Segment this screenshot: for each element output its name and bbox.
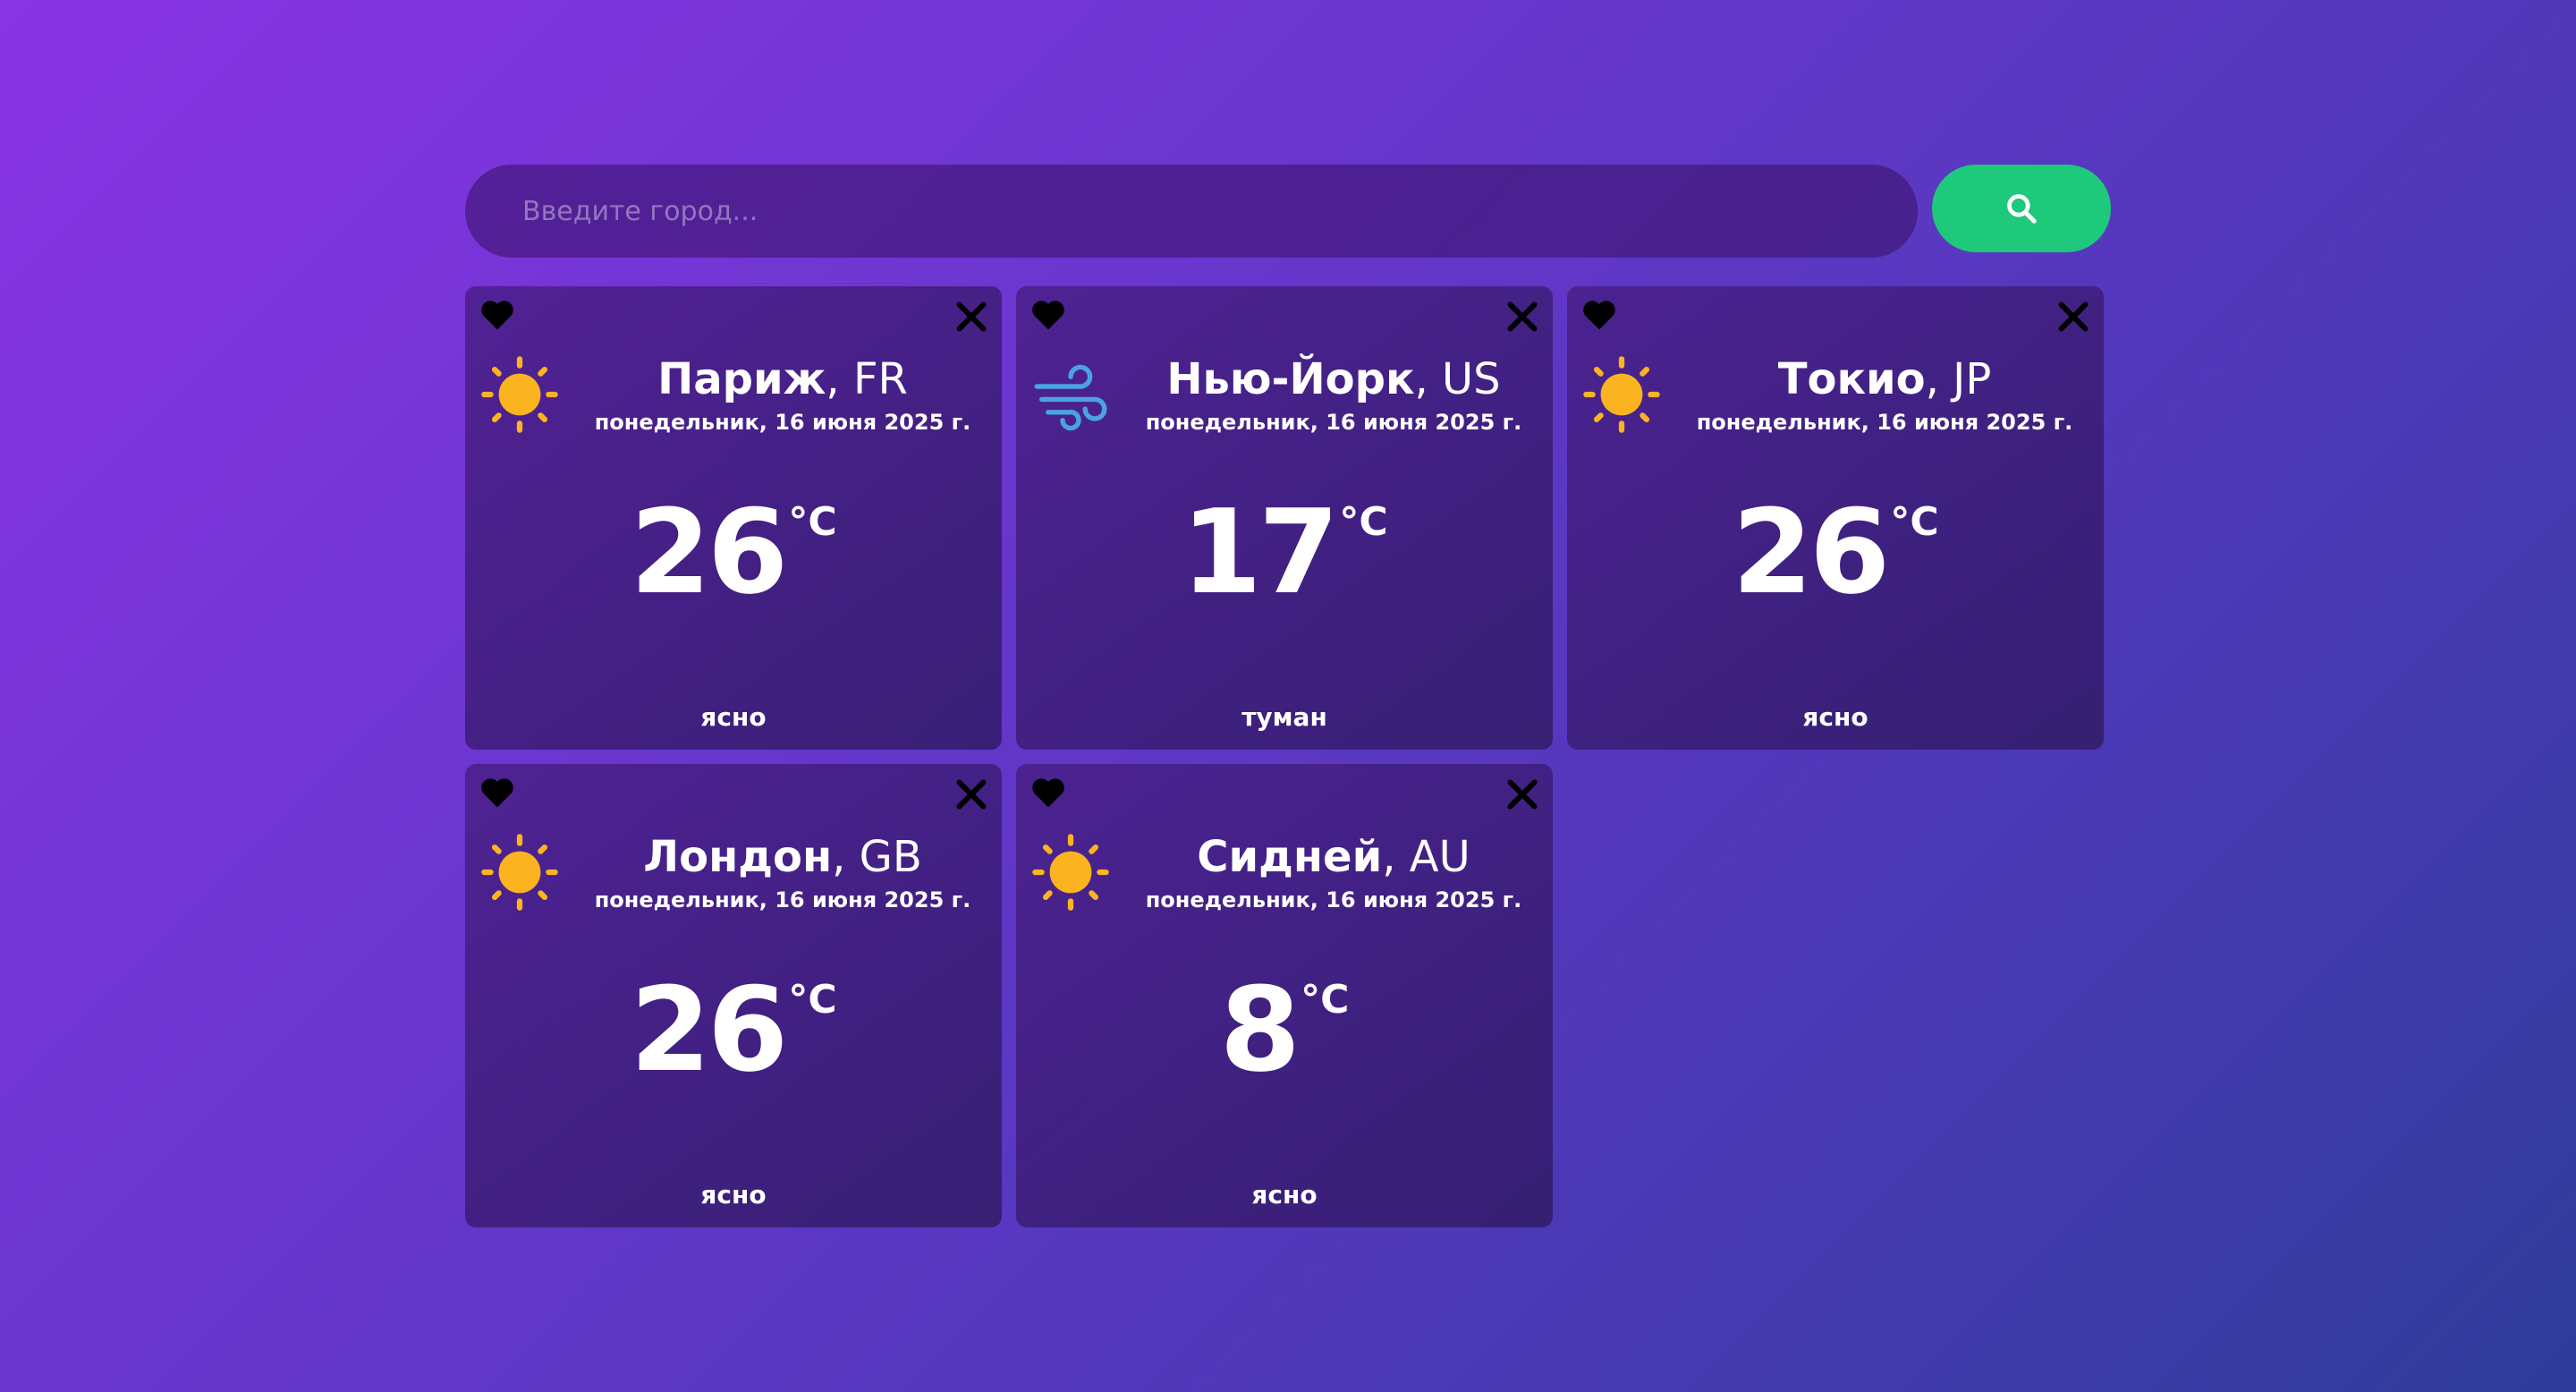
temperature-value: 26 xyxy=(1732,484,1890,620)
country-code: , GB xyxy=(832,832,922,882)
sun-icon xyxy=(481,834,558,911)
city-name: Париж xyxy=(657,354,826,404)
weather-card: Сидней, AU понедельник, 16 июня 2025 г. … xyxy=(1016,764,1553,1227)
date-label: понедельник, 16 июня 2025 г. xyxy=(594,410,971,435)
temperature-unit: °C xyxy=(788,499,837,545)
weather-card: Нью-Йорк, US понедельник, 16 июня 2025 г… xyxy=(1016,286,1553,750)
date-label: понедельник, 16 июня 2025 г. xyxy=(1145,887,1522,912)
sun-icon xyxy=(1583,356,1660,433)
sun-icon xyxy=(1032,834,1109,911)
search-bar xyxy=(465,165,2111,258)
close-icon[interactable] xyxy=(952,775,991,814)
city-title: Токио, JP xyxy=(1665,351,2104,408)
weather-description: ясно xyxy=(700,702,767,732)
temperature-unit: °C xyxy=(1890,499,1939,545)
city-search-input[interactable] xyxy=(465,165,1918,258)
weather-description: ясно xyxy=(1251,1180,1318,1210)
temperature: 26°C xyxy=(465,494,1002,610)
city-name: Токио xyxy=(1777,354,1926,404)
city-name: Нью-Йорк xyxy=(1166,354,1415,404)
weather-card: Лондон, GB понедельник, 16 июня 2025 г. … xyxy=(465,764,1002,1227)
city-name: Лондон xyxy=(643,832,833,882)
temperature: 26°C xyxy=(1567,494,2104,610)
date-label: понедельник, 16 июня 2025 г. xyxy=(1145,410,1522,435)
temperature-value: 26 xyxy=(630,962,788,1098)
date-label: понедельник, 16 июня 2025 г. xyxy=(1696,410,2073,435)
city-title: Лондон, GB xyxy=(564,828,1002,886)
temperature: 26°C xyxy=(465,972,1002,1088)
weather-card: Токио, JP понедельник, 16 июня 2025 г. 2… xyxy=(1567,286,2104,750)
city-name: Сидней xyxy=(1197,832,1383,882)
search-button[interactable] xyxy=(1932,165,2111,252)
weather-description: ясно xyxy=(1802,702,1868,732)
temperature-value: 8 xyxy=(1219,962,1301,1098)
close-icon[interactable] xyxy=(1503,775,1542,814)
weather-description: ясно xyxy=(700,1180,767,1210)
close-icon[interactable] xyxy=(952,297,991,336)
temperature-unit: °C xyxy=(788,977,837,1023)
wind-icon xyxy=(1034,364,1107,431)
temperature-value: 17 xyxy=(1181,484,1339,620)
favorite-heart-icon[interactable] xyxy=(1029,775,1068,811)
favorite-heart-icon[interactable] xyxy=(1029,297,1068,333)
city-title: Сидней, AU xyxy=(1114,828,1553,886)
temperature-value: 26 xyxy=(630,484,788,620)
country-code: , AU xyxy=(1382,832,1470,882)
favorite-heart-icon[interactable] xyxy=(478,297,517,333)
temperature: 17°C xyxy=(1016,494,1553,610)
sun-icon xyxy=(481,356,558,433)
close-icon[interactable] xyxy=(2054,297,2093,336)
country-code: , JP xyxy=(1925,354,1992,404)
weather-description: туман xyxy=(1241,702,1327,732)
city-title: Париж, FR xyxy=(564,351,1002,408)
temperature: 8°C xyxy=(1016,972,1553,1088)
favorite-heart-icon[interactable] xyxy=(478,775,517,811)
city-title: Нью-Йорк, US xyxy=(1114,351,1553,408)
temperature-unit: °C xyxy=(1339,499,1388,545)
temperature-unit: °C xyxy=(1301,977,1350,1023)
close-icon[interactable] xyxy=(1503,297,1542,336)
country-code: , US xyxy=(1414,354,1501,404)
weather-card: Париж, FR понедельник, 16 июня 2025 г. 2… xyxy=(465,286,1002,750)
date-label: понедельник, 16 июня 2025 г. xyxy=(594,887,971,912)
country-code: , FR xyxy=(826,354,908,404)
search-icon xyxy=(2007,194,2037,224)
favorite-heart-icon[interactable] xyxy=(1580,297,1619,333)
